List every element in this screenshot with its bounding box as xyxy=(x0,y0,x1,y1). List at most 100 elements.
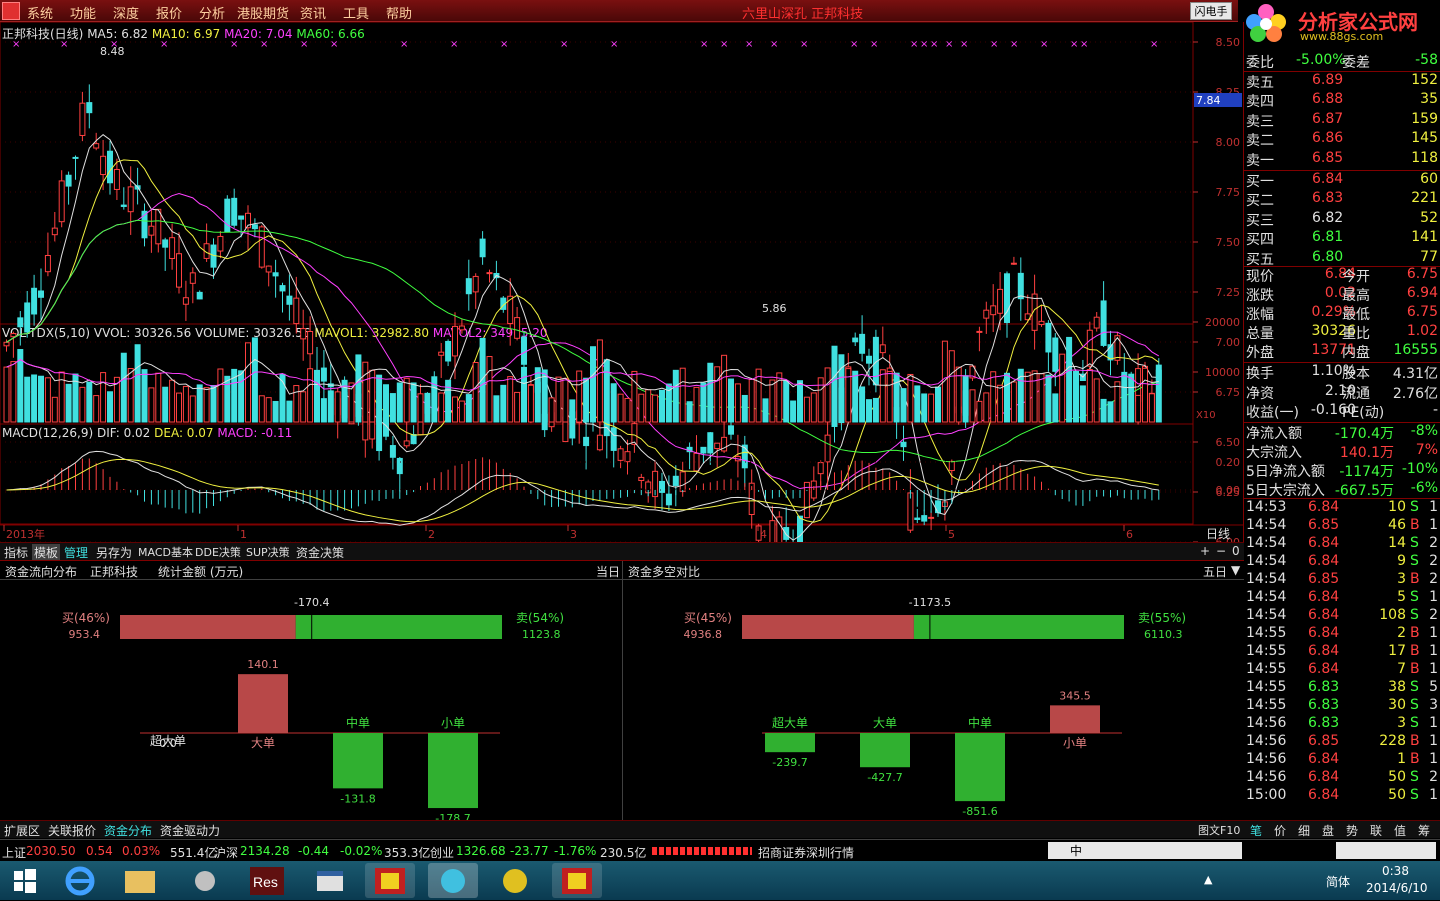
volume-bar xyxy=(1066,336,1073,423)
tab-indicator[interactable]: 指标 xyxy=(2,544,30,561)
tray-date[interactable]: 2014/6/10 xyxy=(1366,881,1428,895)
tab-manage[interactable]: 管理 xyxy=(62,544,90,561)
ask-row-cell: 卖二 xyxy=(1246,133,1274,150)
tick-row[interactable]: 14:53 6.84 10 S 1 xyxy=(1244,499,1440,518)
stock-app-taskbar-icon[interactable] xyxy=(365,863,415,898)
ask-row[interactable]: 卖五 6.89 152 xyxy=(1244,72,1440,91)
tray-lang[interactable]: 简体 xyxy=(1326,873,1350,890)
stat2-row[interactable]: 净资 2.10 流通 2.76亿 xyxy=(1244,383,1440,402)
tab-dde[interactable]: DDE决策 xyxy=(193,544,243,560)
tick-row[interactable]: 14:54 6.84 5 S 1 xyxy=(1244,589,1440,608)
tab-template[interactable]: 模板 xyxy=(32,544,61,561)
explorer-taskbar-icon[interactable] xyxy=(115,863,165,898)
reset-button[interactable]: 0 xyxy=(1230,544,1242,558)
bid-row[interactable]: 买四 6.81 141 xyxy=(1244,229,1440,248)
ie-taskbar-icon[interactable] xyxy=(55,863,105,898)
stat-row[interactable]: 外盘 13771 内盘 16555 xyxy=(1244,342,1440,361)
stat2-row[interactable]: 换手 1.10% 股本 4.31亿 xyxy=(1244,363,1440,382)
ask-row[interactable]: 卖四 6.88 35 xyxy=(1244,91,1440,110)
tab-detail[interactable]: 细 xyxy=(1296,822,1312,839)
tick-row[interactable]: 14:55 6.84 7 B 1 xyxy=(1244,661,1440,680)
ask-row[interactable]: 卖三 6.87 159 xyxy=(1244,111,1440,130)
tick-row[interactable]: 14:54 6.84 14 S 2 xyxy=(1244,535,1440,554)
menu-depth[interactable]: 深度 xyxy=(113,3,139,22)
tick-row[interactable]: 14:56 6.84 1 B 1 xyxy=(1244,751,1440,770)
tab-related-quote[interactable]: 关联报价 xyxy=(46,822,98,839)
zoom-out-button[interactable]: − xyxy=(1214,544,1228,558)
fund-flow-row[interactable]: 净流入额 -170.4万 -8% xyxy=(1244,423,1440,442)
signal-marker: × xyxy=(60,39,68,50)
tick-row[interactable]: 14:55 6.83 38 S 5 xyxy=(1244,679,1440,698)
tab-fund-distribution[interactable]: 资金分布 xyxy=(102,822,154,839)
bid-row[interactable]: 买一 6.84 60 xyxy=(1244,171,1440,190)
fund-flow-row[interactable]: 5日大宗流入 -667.5万 -6% xyxy=(1244,480,1440,499)
tick-row[interactable]: 14:54 6.85 3 B 2 xyxy=(1244,571,1440,590)
menu-news[interactable]: 资讯 xyxy=(300,3,326,22)
res-taskbar-icon[interactable]: Res xyxy=(242,863,292,898)
stat2-row-cell: 2.76亿 xyxy=(1392,385,1438,402)
tick-row[interactable]: 14:55 6.84 2 B 1 xyxy=(1244,625,1440,644)
tick-row[interactable]: 14:56 6.85 228 B 1 xyxy=(1244,733,1440,752)
tab-fund[interactable]: 资金决策 xyxy=(294,544,346,561)
tab-link[interactable]: 联 xyxy=(1368,822,1384,839)
tab-macd-basic[interactable]: MACD基本 xyxy=(136,544,195,560)
stock-app2-taskbar-icon[interactable] xyxy=(552,863,602,898)
media-taskbar-icon[interactable] xyxy=(428,863,478,898)
tick-row[interactable]: 14:55 6.83 30 S 3 xyxy=(1244,697,1440,716)
tab-fund-drive[interactable]: 资金驱动力 xyxy=(158,822,222,839)
start-button[interactable] xyxy=(0,863,48,898)
ask-row[interactable]: 卖二 6.86 145 xyxy=(1244,130,1440,149)
menu-help[interactable]: 帮助 xyxy=(386,3,412,22)
bid-row[interactable]: 买三 6.82 52 xyxy=(1244,210,1440,229)
menu-function[interactable]: 功能 xyxy=(70,3,96,22)
bid-row-cell: 60 xyxy=(1420,171,1438,187)
bid-row[interactable]: 买五 6.80 77 xyxy=(1244,249,1440,268)
menu-quote[interactable]: 报价 xyxy=(156,3,182,22)
volume-bar xyxy=(866,399,872,423)
tick-row[interactable]: 14:54 6.85 46 B 1 xyxy=(1244,517,1440,536)
window-taskbar-icon[interactable] xyxy=(305,863,355,898)
ime-bar[interactable]: 中 xyxy=(1048,842,1242,859)
tool-taskbar-icon[interactable] xyxy=(180,863,230,898)
tick-row[interactable]: 14:55 6.84 17 B 1 xyxy=(1244,643,1440,662)
sh-change: 0.54 xyxy=(86,844,113,858)
zoom-in-button[interactable]: + xyxy=(1198,544,1212,558)
tab-ticks[interactable]: 笔 xyxy=(1248,822,1264,839)
tab-extension[interactable]: 扩展区 xyxy=(2,822,42,839)
tick-row[interactable]: 15:00 6.84 50 S 1 xyxy=(1244,787,1440,806)
menu-system[interactable]: 系统 xyxy=(27,3,53,22)
fund-flow-row[interactable]: 大宗流入 140.1万 7% xyxy=(1244,442,1440,461)
fund-flow-row[interactable]: 5日净流入额 -1174万 -10% xyxy=(1244,461,1440,480)
stat-row[interactable]: 涨幅 0.29% 最低 6.75 xyxy=(1244,304,1440,323)
menu-tools[interactable]: 工具 xyxy=(343,3,369,22)
kline-chart-area[interactable]: 正邦科技(日线) MA5: 6.82 MA10: 6.97 MA20: 7.04… xyxy=(0,22,1244,542)
bid-row[interactable]: 买二 6.83 221 xyxy=(1244,190,1440,209)
tray-arrow-icon[interactable]: ▲ xyxy=(1204,873,1212,886)
stat-row[interactable]: 现价 6.84 今开 6.75 xyxy=(1244,266,1440,285)
flash-trade-button[interactable]: 闪电手 xyxy=(1190,2,1232,20)
menu-hk-futures[interactable]: 港股期货 xyxy=(237,3,289,22)
tick-row[interactable]: 14:56 6.83 3 S 1 xyxy=(1244,715,1440,734)
tab-price[interactable]: 价 xyxy=(1272,822,1288,839)
menu-analysis[interactable]: 分析 xyxy=(199,3,225,22)
tab-board[interactable]: 盘 xyxy=(1320,822,1336,839)
tab-trend[interactable]: 势 xyxy=(1344,822,1360,839)
tab-value[interactable]: 值 xyxy=(1392,822,1408,839)
candle-body xyxy=(672,475,679,486)
ime-tools[interactable] xyxy=(1336,842,1436,859)
ask-row[interactable]: 卖一 6.85 118 xyxy=(1244,150,1440,169)
stat-row[interactable]: 涨跌 0.02 最高 6.94 xyxy=(1244,285,1440,304)
tab-chips[interactable]: 筹 xyxy=(1416,822,1432,839)
tick-row[interactable]: 14:54 6.84 9 S 2 xyxy=(1244,553,1440,572)
app-taskbar-icon[interactable] xyxy=(490,863,540,898)
commission-ratio-row[interactable]: 委比 -5.00% 委差 -58 xyxy=(1244,52,1440,71)
tick-row[interactable]: 14:54 6.84 108 S 2 xyxy=(1244,607,1440,626)
stat-row[interactable]: 总量 30326 量比 1.02 xyxy=(1244,323,1440,342)
left-net-label: -170.4 xyxy=(294,596,329,609)
stat2-row[interactable]: 收益(一) -0.160 PE(动) - xyxy=(1244,402,1440,421)
tab-save-as[interactable]: 另存为 xyxy=(94,544,134,561)
tick-row[interactable]: 14:56 6.84 50 S 2 xyxy=(1244,769,1440,788)
tray-time[interactable]: 0:38 xyxy=(1382,864,1409,878)
tab-sup[interactable]: SUP决策 xyxy=(244,544,292,560)
tab-f10[interactable]: 图文F10 xyxy=(1196,822,1242,838)
